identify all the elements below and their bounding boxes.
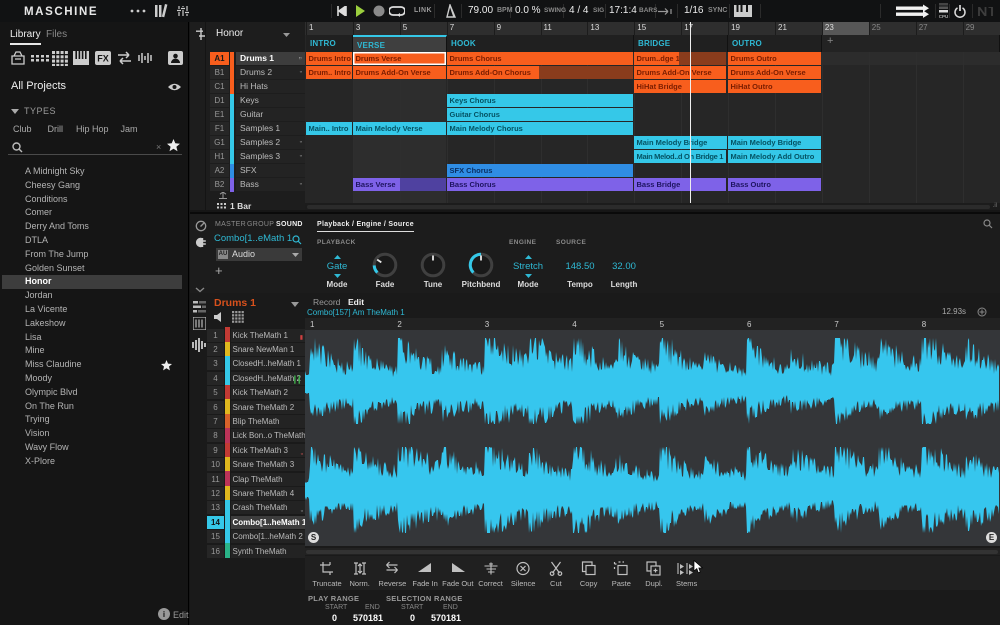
svg-text:FX: FX <box>97 54 109 64</box>
svg-text:CPU: CPU <box>939 14 949 19</box>
svg-text:i: i <box>163 610 165 619</box>
